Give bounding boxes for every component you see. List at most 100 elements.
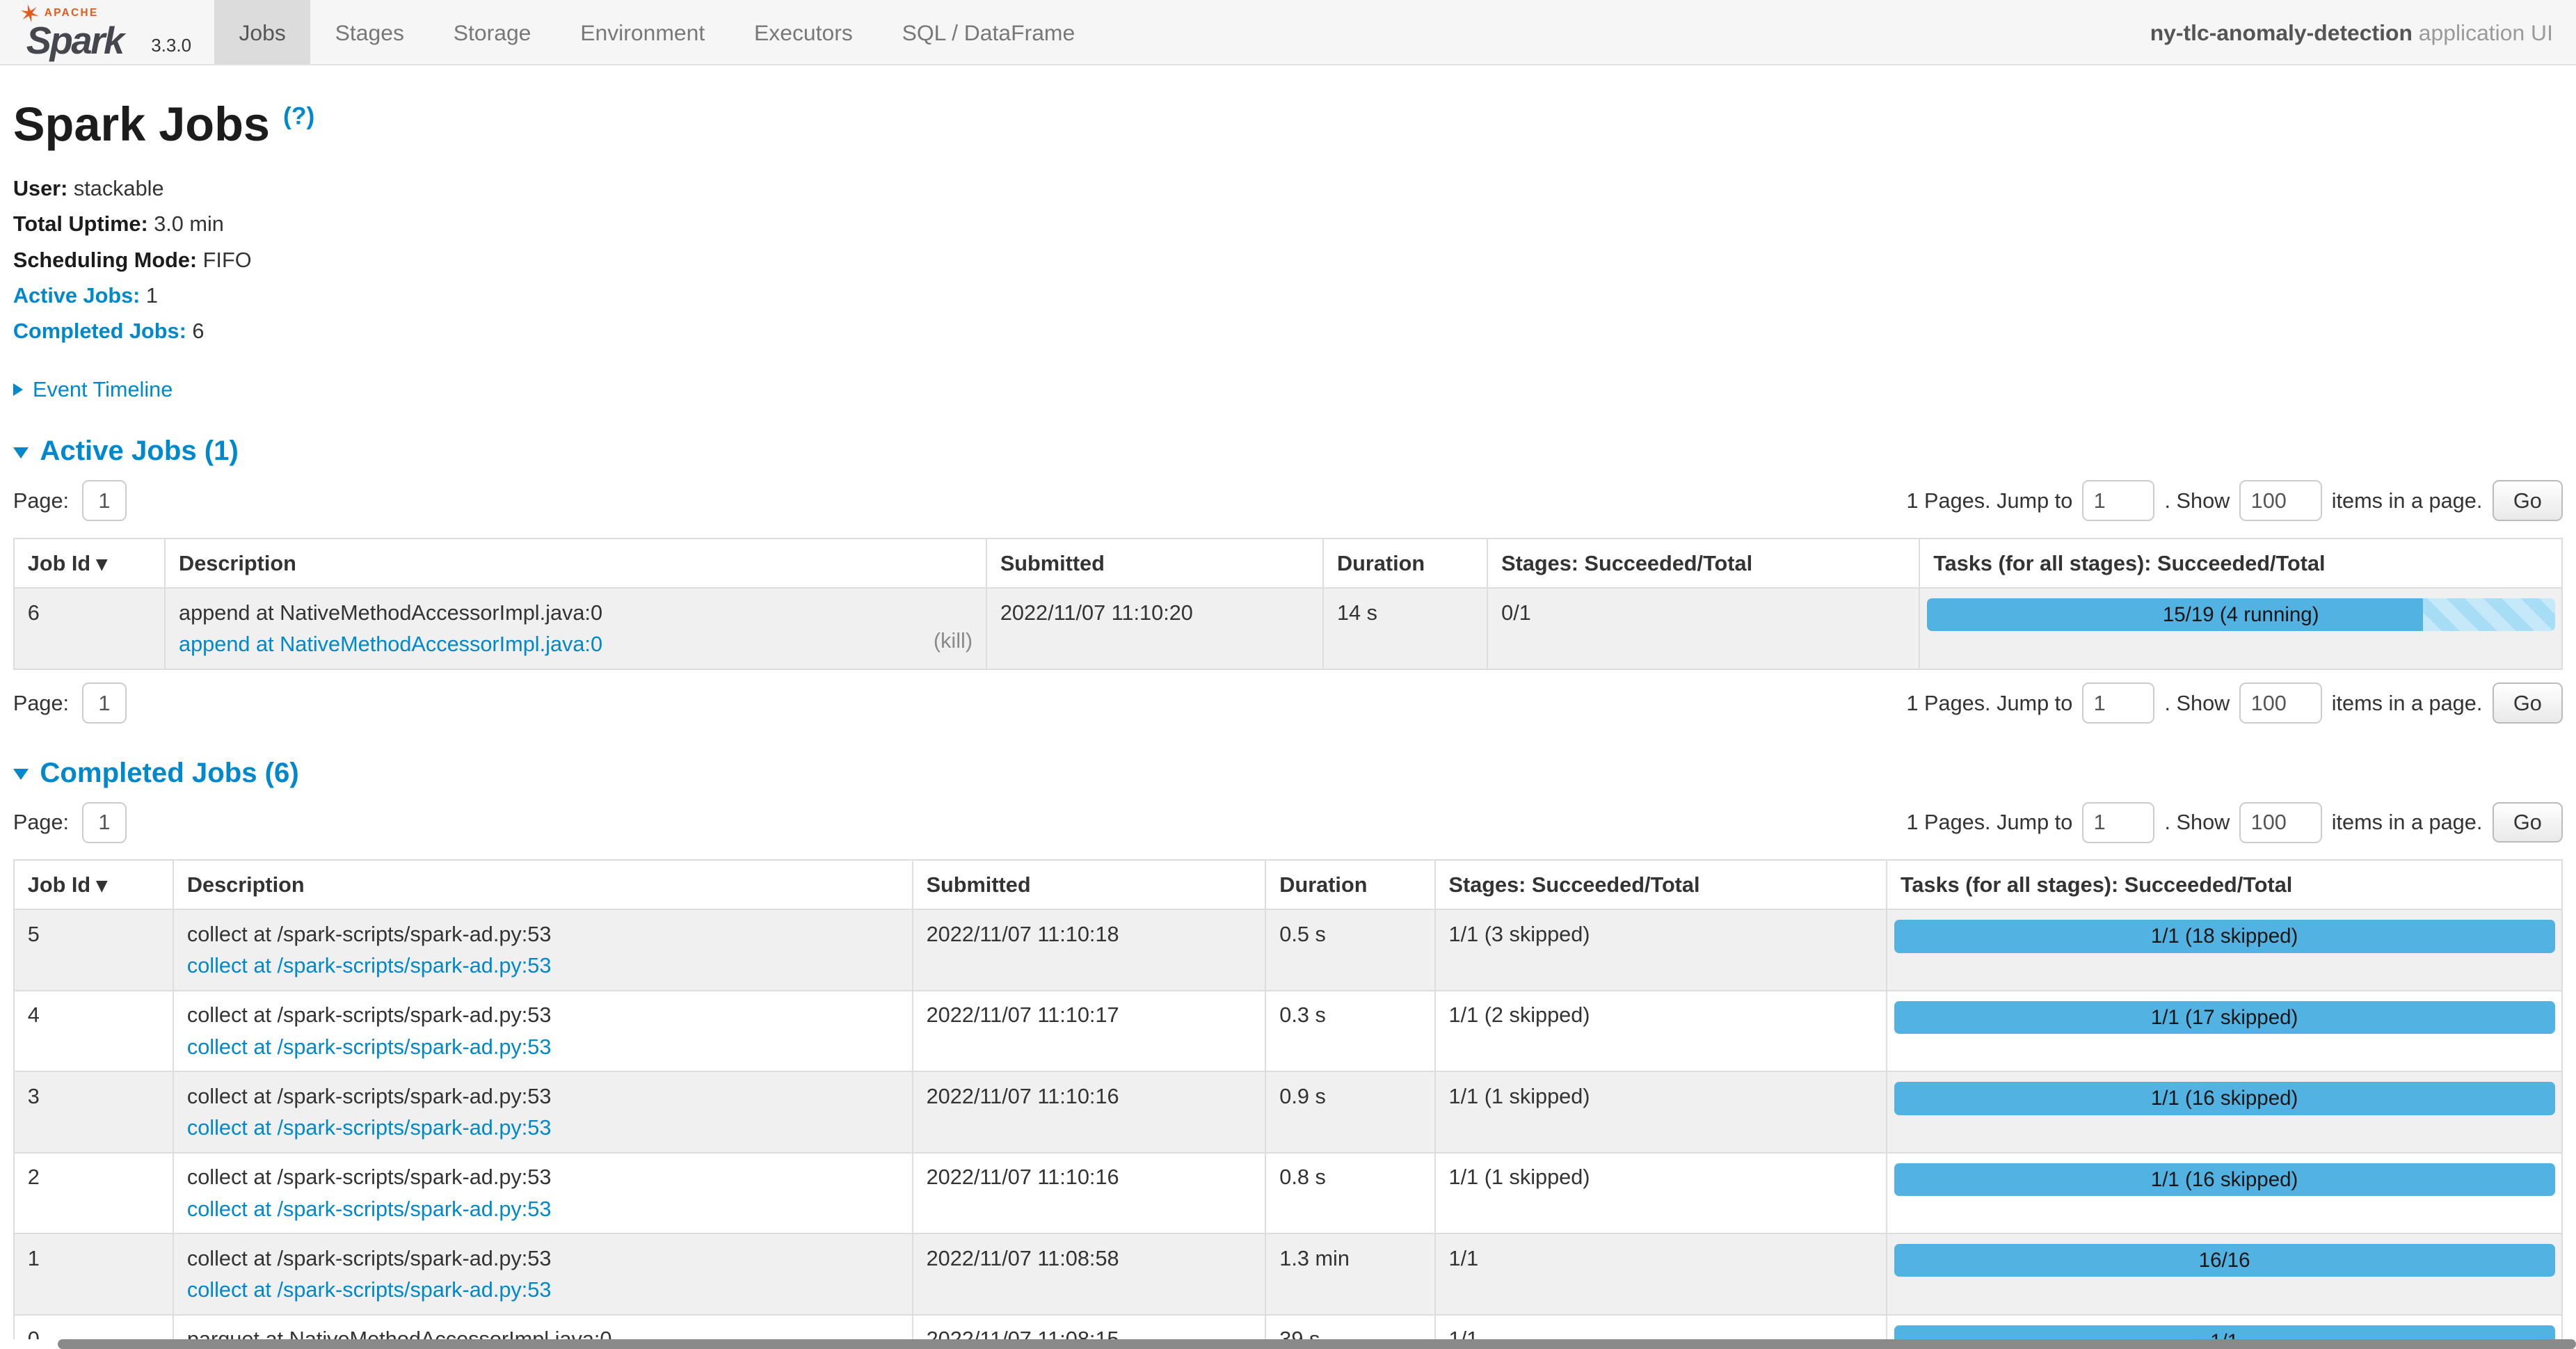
expanded-arrow-icon	[13, 447, 29, 458]
pagination: Page: 1 Pages. Jump to . Show items in a…	[13, 480, 2563, 521]
help-link[interactable]: (?)	[283, 102, 314, 130]
description-link[interactable]: collect at /spark-scripts/spark-ad.py:53	[187, 1035, 552, 1060]
tasks-cell: 1/1 (16 skipped)	[1887, 1071, 2562, 1152]
completed-jobs-section-header[interactable]: Completed Jobs (6)	[13, 757, 2563, 789]
description-link[interactable]: collect at /spark-scripts/spark-ad.py:53	[187, 1277, 552, 1302]
application-suffix: application UI	[2413, 20, 2553, 45]
completed-jobs-link[interactable]: Completed Jobs:	[13, 319, 186, 343]
spark-label: Spark	[26, 19, 123, 63]
stages-cell: 1/1	[1435, 1234, 1887, 1314]
stages-cell: 1/1 (2 skipped)	[1435, 991, 1887, 1071]
table-row: 3 collect at /spark-scripts/spark-ad.py:…	[14, 1071, 2562, 1152]
description-cell: append at NativeMethodAccessorImpl.java:…	[165, 588, 986, 669]
page-number-input[interactable]	[82, 802, 127, 843]
page-size-input[interactable]	[2239, 480, 2321, 521]
header-description[interactable]: Description	[173, 860, 913, 909]
table-row: 5 collect at /spark-scripts/spark-ad.py:…	[14, 909, 2562, 990]
description-cell: collect at /spark-scripts/spark-ad.py:53…	[173, 1234, 913, 1314]
page-label: Page:	[13, 488, 69, 513]
table-row: 4 collect at /spark-scripts/spark-ad.py:…	[14, 991, 2562, 1071]
jump-page-input[interactable]	[2082, 683, 2154, 724]
show-text: . Show	[2164, 691, 2230, 716]
summary-completed-jobs: Completed Jobs: 6	[13, 317, 2563, 344]
description-link[interactable]: collect at /spark-scripts/spark-ad.py:53	[187, 953, 552, 978]
pages-jump-text: 1 Pages. Jump to	[1906, 810, 2072, 835]
duration-cell: 0.3 s	[1265, 991, 1434, 1071]
duration-cell: 14 s	[1323, 588, 1487, 669]
application-id: ny-tlc-anomaly-detection application UI	[2150, 0, 2576, 64]
go-button[interactable]: Go	[2493, 480, 2563, 521]
description-cell: collect at /spark-scripts/spark-ad.py:53…	[173, 909, 913, 990]
job-summary: User: stackable Total Uptime: 3.0 min Sc…	[13, 175, 2563, 344]
header-duration[interactable]: Duration	[1265, 860, 1434, 909]
job-id-cell: 5	[14, 909, 173, 990]
description-text: collect at /spark-scripts/spark-ad.py:53	[187, 1003, 899, 1028]
progress-label: 1/1 (18 skipped)	[1894, 920, 2555, 952]
stages-cell: 0/1	[1487, 588, 1919, 669]
expanded-arrow-icon	[13, 769, 29, 780]
submitted-cell: 2022/11/07 11:10:17	[913, 991, 1266, 1071]
active-jobs-table: Job Id ▾ Description Submitted Duration …	[13, 538, 2563, 670]
header-job-id[interactable]: Job Id ▾	[14, 538, 165, 588]
tasks-progress-bar: 1/1 (16 skipped)	[1894, 1082, 2555, 1115]
header-job-id[interactable]: Job Id ▾	[14, 860, 173, 909]
header-stages[interactable]: Stages: Succeeded/Total	[1487, 538, 1919, 588]
items-text: items in a page.	[2332, 691, 2483, 716]
event-timeline-toggle[interactable]: Event Timeline	[13, 377, 2563, 402]
tab-executors[interactable]: Executors	[730, 0, 878, 64]
spark-logo: ✶ APACHE Spark	[0, 0, 151, 64]
nav-tabs: Jobs Stages Storage Environment Executor…	[214, 0, 1100, 64]
duration-cell: 0.5 s	[1265, 909, 1434, 990]
tab-sql-dataframe[interactable]: SQL / DataFrame	[877, 0, 1099, 64]
stages-cell: 1/1 (1 skipped)	[1435, 1071, 1887, 1152]
tasks-cell: 1/1 (18 skipped)	[1887, 909, 2562, 990]
go-button[interactable]: Go	[2493, 683, 2563, 724]
description-link[interactable]: collect at /spark-scripts/spark-ad.py:53	[187, 1197, 552, 1222]
application-name: ny-tlc-anomaly-detection	[2150, 20, 2413, 45]
description-text: collect at /spark-scripts/spark-ad.py:53	[187, 922, 899, 947]
job-id-cell: 3	[14, 1071, 173, 1152]
header-submitted[interactable]: Submitted	[913, 860, 1266, 909]
navbar: ✶ APACHE Spark 3.3.0 Jobs Stages Storage…	[0, 0, 2576, 65]
jump-page-input[interactable]	[2082, 480, 2154, 521]
duration-cell: 0.9 s	[1265, 1071, 1434, 1152]
page-size-input[interactable]	[2239, 802, 2321, 843]
page-number-input[interactable]	[82, 683, 127, 724]
kill-link[interactable]: (kill)	[934, 628, 973, 653]
submitted-cell: 2022/11/07 11:10:16	[913, 1153, 1266, 1234]
description-text: collect at /spark-scripts/spark-ad.py:53	[187, 1084, 899, 1109]
active-jobs-link[interactable]: Active Jobs:	[13, 283, 140, 308]
go-button[interactable]: Go	[2493, 802, 2563, 843]
tasks-progress-bar: 1/1 (18 skipped)	[1894, 920, 2555, 952]
header-duration[interactable]: Duration	[1323, 538, 1487, 588]
pages-jump-text: 1 Pages. Jump to	[1906, 691, 2072, 716]
tab-jobs[interactable]: Jobs	[214, 0, 310, 64]
items-text: items in a page.	[2332, 810, 2483, 835]
collapsed-arrow-icon	[13, 383, 23, 396]
header-description[interactable]: Description	[165, 538, 986, 588]
header-stages[interactable]: Stages: Succeeded/Total	[1435, 860, 1887, 909]
progress-label: 1/1 (16 skipped)	[1894, 1082, 2555, 1115]
page-title: Spark Jobs (?)	[13, 97, 2563, 152]
jump-page-input[interactable]	[2082, 802, 2154, 843]
header-tasks[interactable]: Tasks (for all stages): Succeeded/Total	[1887, 860, 2562, 909]
description-link[interactable]: collect at /spark-scripts/spark-ad.py:53	[187, 1115, 552, 1140]
header-tasks[interactable]: Tasks (for all stages): Succeeded/Total	[1919, 538, 2562, 588]
summary-uptime: Total Uptime: 3.0 min	[13, 210, 2563, 237]
horizontal-scrollbar-thumb[interactable]	[58, 1339, 2576, 1349]
main-content: Spark Jobs (?) User: stackable Total Upt…	[0, 97, 2576, 1349]
description-link[interactable]: append at NativeMethodAccessorImpl.java:…	[179, 632, 602, 657]
header-submitted[interactable]: Submitted	[986, 538, 1323, 588]
active-jobs-section-header[interactable]: Active Jobs (1)	[13, 435, 2563, 467]
tab-storage[interactable]: Storage	[429, 0, 555, 64]
tab-environment[interactable]: Environment	[556, 0, 730, 64]
spark-jobs-page: ✶ APACHE Spark 3.3.0 Jobs Stages Storage…	[0, 0, 2576, 1349]
page-number-input[interactable]	[82, 480, 127, 521]
submitted-cell: 2022/11/07 11:10:18	[913, 909, 1266, 990]
description-cell: collect at /spark-scripts/spark-ad.py:53…	[173, 1153, 913, 1234]
event-timeline-label: Event Timeline	[33, 377, 173, 402]
tab-stages[interactable]: Stages	[310, 0, 429, 64]
page-size-input[interactable]	[2239, 683, 2321, 724]
completed-jobs-table: Job Id ▾ Description Submitted Duration …	[13, 859, 2563, 1349]
description-text: collect at /spark-scripts/spark-ad.py:53	[187, 1246, 899, 1271]
